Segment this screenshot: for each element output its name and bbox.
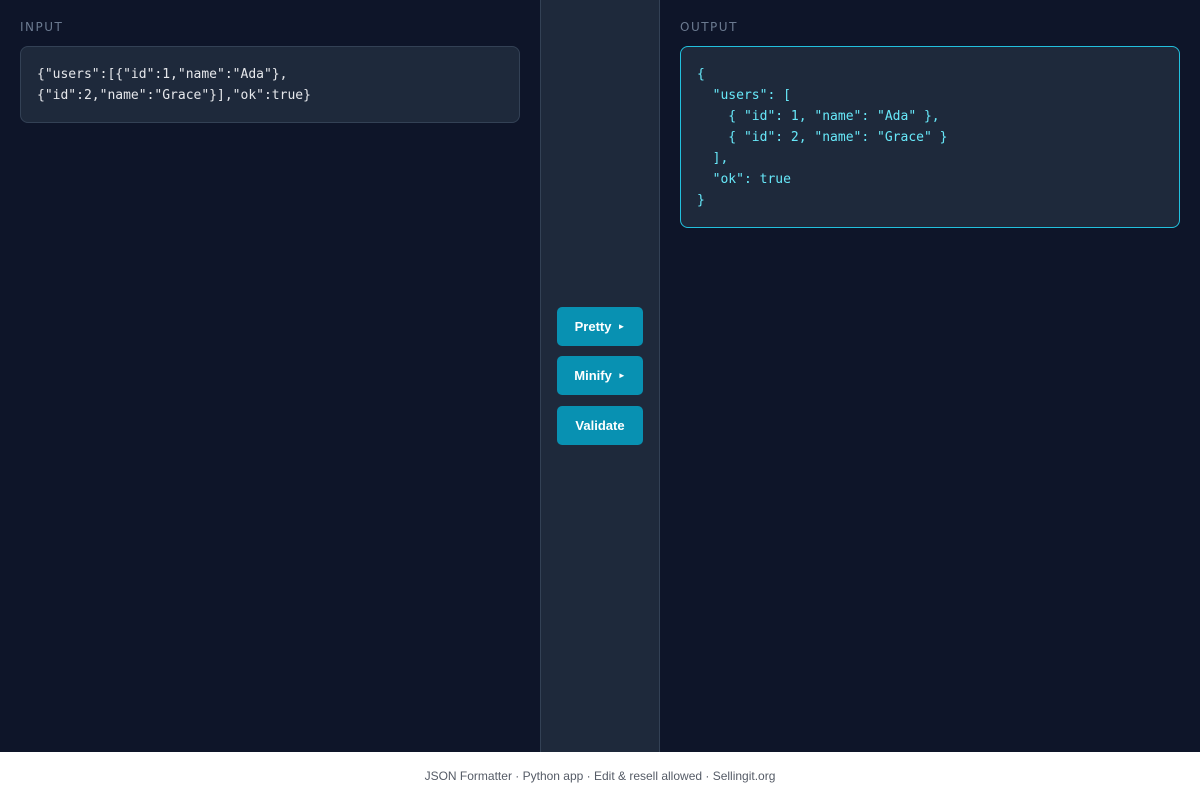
actions-column: Pretty ► Minify ► Validate bbox=[540, 0, 660, 752]
pretty-button-label: Pretty bbox=[574, 319, 612, 334]
minify-button-label: Minify bbox=[574, 368, 612, 383]
play-arrow-icon: ► bbox=[617, 371, 626, 380]
input-label: INPUT bbox=[20, 20, 64, 34]
input-pane: INPUT {"users":[{"id":1,"name":"Ada"}, {… bbox=[0, 0, 540, 752]
pretty-button[interactable]: Pretty ► bbox=[557, 307, 643, 346]
output-pane: OUTPUT { "users": [ { "id": 1, "name": "… bbox=[660, 0, 1200, 752]
input-textarea[interactable]: {"users":[{"id":1,"name":"Ada"}, {"id":2… bbox=[20, 46, 520, 123]
minify-button[interactable]: Minify ► bbox=[557, 356, 643, 395]
footer-text: JSON Formatter · Python app · Edit & res… bbox=[424, 769, 776, 783]
play-arrow-icon: ► bbox=[617, 322, 626, 331]
footer: JSON Formatter · Python app · Edit & res… bbox=[0, 752, 1200, 800]
validate-button[interactable]: Validate bbox=[557, 406, 643, 445]
validate-button-label: Validate bbox=[575, 418, 625, 433]
output-label: OUTPUT bbox=[680, 20, 738, 34]
json-formatter-app: INPUT {"users":[{"id":1,"name":"Ada"}, {… bbox=[0, 0, 1200, 752]
output-textarea[interactable]: { "users": [ { "id": 1, "name": "Ada" },… bbox=[680, 46, 1180, 228]
